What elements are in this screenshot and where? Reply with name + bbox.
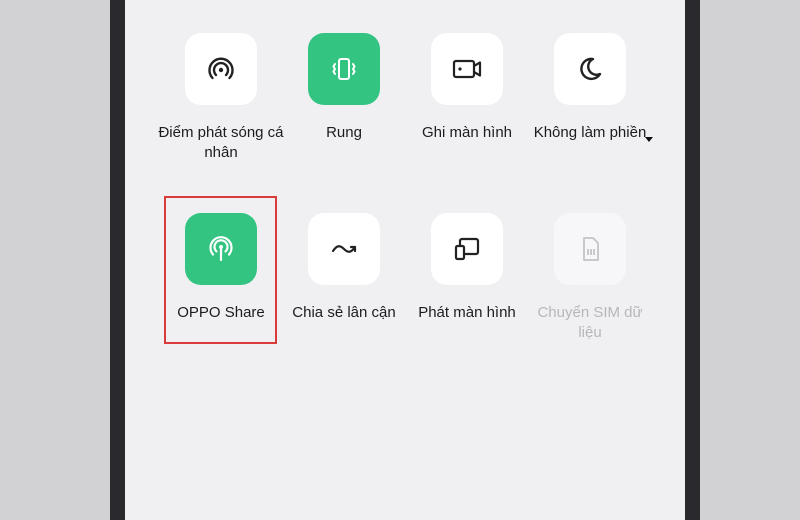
moon-icon xyxy=(580,57,602,81)
highlight-box xyxy=(164,196,277,344)
tile-personal-hotspot[interactable]: Điểm phát sóng cá nhân xyxy=(156,33,286,163)
tile-data-sim-switch: Chuyển SIM dữ liệu xyxy=(525,213,655,343)
nearby-share-icon xyxy=(331,245,357,253)
tile-vibrate[interactable]: Rung xyxy=(279,33,409,143)
tile-label: Không làm phiền xyxy=(533,124,647,141)
tile-do-not-disturb[interactable]: Không làm phiền xyxy=(525,33,655,143)
tile-label: Chia sẻ lân cận xyxy=(292,304,396,321)
tile-label: Điểm phát sóng cá nhân xyxy=(158,124,284,161)
tile-button-do-not-disturb[interactable] xyxy=(554,33,626,105)
tile-screen-record[interactable]: Ghi màn hình xyxy=(402,33,532,143)
tile-label: Ghi màn hình xyxy=(421,124,513,141)
vibrate-icon xyxy=(332,58,356,80)
tile-screen-cast[interactable]: Phát màn hình xyxy=(402,213,532,323)
tile-button-vibrate[interactable] xyxy=(308,33,380,105)
dropdown-caret-icon[interactable] xyxy=(645,137,653,142)
tile-button-nearby-share[interactable] xyxy=(308,213,380,285)
screen-cast-icon xyxy=(454,237,480,261)
tile-label: Rung xyxy=(326,124,362,141)
tile-button-hotspot[interactable] xyxy=(185,33,257,105)
tile-nearby-share[interactable]: Chia sẻ lân cận xyxy=(279,213,409,323)
tile-label: Phát màn hình xyxy=(418,304,516,321)
hotspot-icon xyxy=(208,57,234,80)
screen-record-icon xyxy=(452,59,482,79)
tile-button-screen-cast[interactable] xyxy=(431,213,503,285)
tile-button-screen-record[interactable] xyxy=(431,33,503,105)
tile-button-data-sim xyxy=(554,213,626,285)
sim-card-icon xyxy=(583,237,599,261)
tile-label: Chuyển SIM dữ liệu xyxy=(537,304,643,341)
